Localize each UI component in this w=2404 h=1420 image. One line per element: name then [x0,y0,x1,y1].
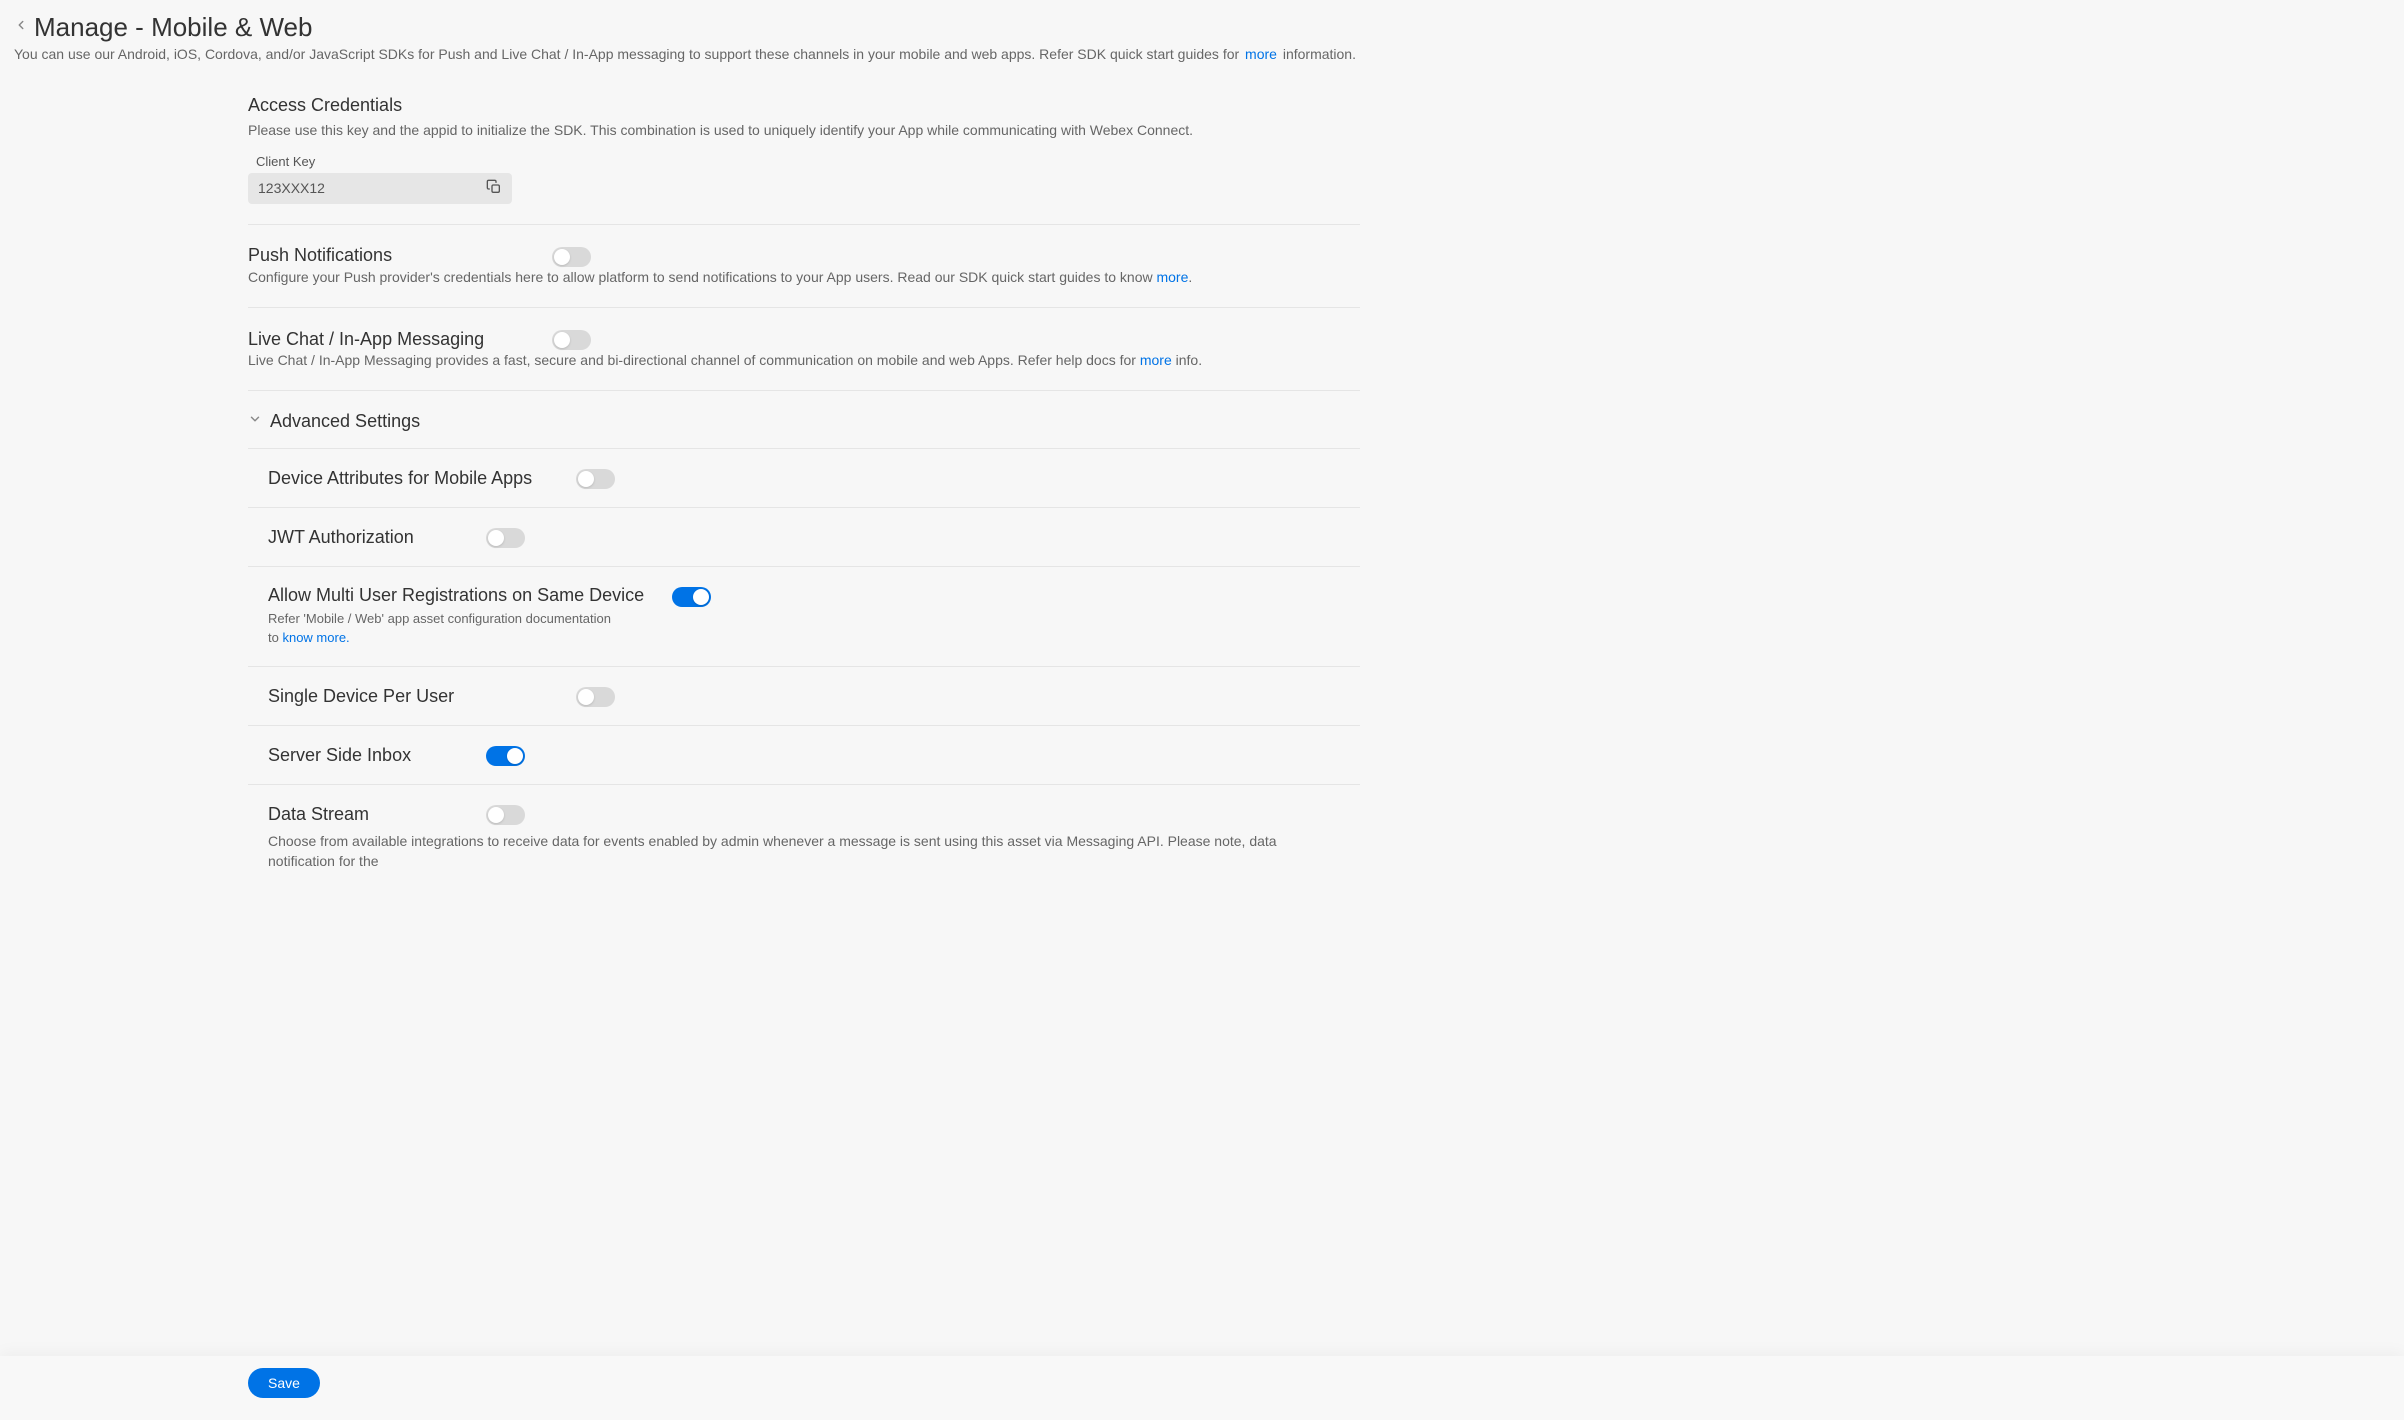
access-desc: Please use this key and the appid to ini… [248,120,1360,140]
live-chat-desc: Live Chat / In-App Messaging provides a … [248,350,1360,370]
back-chevron-icon[interactable] [14,16,28,39]
advanced-settings-header[interactable]: Advanced Settings [248,391,1360,448]
server-inbox-toggle[interactable] [486,746,525,766]
multi-user-toggle[interactable] [672,587,711,607]
push-title: Push Notifications [248,245,528,266]
adv-device-attr: Device Attributes for Mobile Apps [248,448,1360,508]
live-chat-toggle[interactable] [552,330,591,350]
push-section: Push Notifications Configure your Push p… [248,225,1360,308]
jwt-toggle[interactable] [486,528,525,548]
client-key-value: 123XXX12 [258,180,325,196]
live-chat-section: Live Chat / In-App Messaging Live Chat /… [248,308,1360,391]
adv-server-inbox: Server Side Inbox [248,726,1360,785]
live-more-link[interactable]: more [1140,352,1172,368]
know-more-link[interactable]: know more. [282,630,349,645]
device-attr-toggle[interactable] [576,469,615,489]
push-more-link[interactable]: more [1156,269,1188,285]
chevron-down-icon [248,412,262,431]
multi-user-desc: Refer 'Mobile / Web' app asset configura… [268,610,618,648]
client-key-field: 123XXX12 [248,173,512,204]
access-credentials-section: Access Credentials Please use this key a… [248,85,1360,225]
live-chat-title: Live Chat / In-App Messaging [248,329,528,350]
adv-single-device: Single Device Per User [248,667,1360,726]
page-subtitle: You can use our Android, iOS, Cordova, a… [14,45,2390,65]
data-stream-desc: Choose from available integrations to re… [268,831,1318,872]
push-toggle[interactable] [552,247,591,267]
push-desc: Configure your Push provider's credentia… [248,267,1360,287]
save-button[interactable]: Save [248,1368,320,1398]
more-info-link[interactable]: more [1245,46,1277,62]
adv-data-stream: Data Stream Choose from available integr… [248,785,1360,890]
access-title: Access Credentials [248,95,1360,116]
copy-icon[interactable] [486,179,502,198]
page-title: Manage - Mobile & Web [34,12,312,43]
save-bar: Save [0,1356,2404,1420]
client-key-label: Client Key [256,154,1360,169]
adv-multi-user: Allow Multi User Registrations on Same D… [248,567,1360,667]
single-device-toggle[interactable] [576,687,615,707]
adv-jwt: JWT Authorization [248,508,1360,567]
data-stream-toggle[interactable] [486,805,525,825]
advanced-title: Advanced Settings [270,411,420,432]
